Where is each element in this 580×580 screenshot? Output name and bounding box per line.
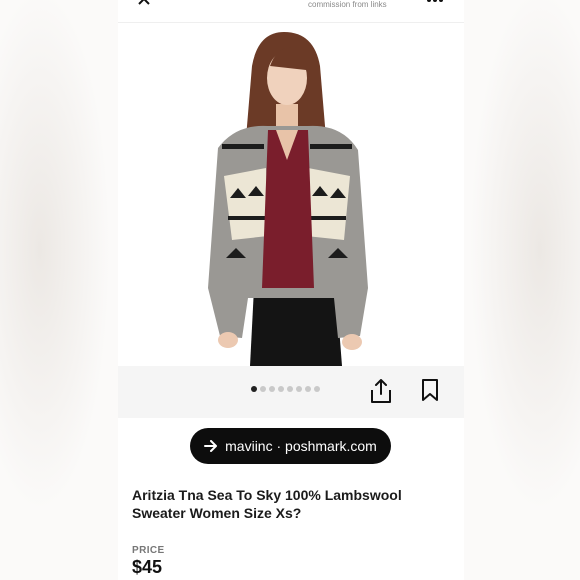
source-link-label: maviinc · poshmark.com — [225, 438, 377, 454]
arrow-right-icon — [204, 440, 218, 452]
carousel-dot[interactable] — [278, 386, 284, 392]
image-toolbar — [118, 366, 464, 418]
carousel-dot[interactable] — [314, 386, 320, 392]
bookmark-icon[interactable] — [420, 378, 440, 402]
top-bar: commission from links — [118, 0, 464, 23]
visit-source-button[interactable]: maviinc · poshmark.com — [190, 428, 391, 464]
carousel-dot[interactable] — [269, 386, 275, 392]
share-icon[interactable] — [369, 378, 393, 404]
carousel-dots[interactable] — [251, 386, 320, 392]
price-value: $45 — [132, 557, 163, 577]
price-label: PRICE — [132, 545, 165, 556]
product-title: Aritzia Tna Sea To Sky 100% Lambswool Sw… — [132, 487, 402, 521]
close-icon[interactable] — [136, 0, 154, 8]
carousel-dot[interactable] — [296, 386, 302, 392]
pin-detail-screen: commission from links maviinc · poshmark… — [118, 0, 464, 580]
carousel-dot[interactable] — [305, 386, 311, 392]
carousel-dot[interactable] — [287, 386, 293, 392]
carousel-dot[interactable] — [251, 386, 257, 392]
commission-disclosure: commission from links — [308, 0, 387, 9]
model-photo — [208, 32, 368, 366]
product-image[interactable] — [166, 26, 416, 366]
carousel-dot[interactable] — [260, 386, 266, 392]
more-icon[interactable] — [426, 0, 444, 4]
